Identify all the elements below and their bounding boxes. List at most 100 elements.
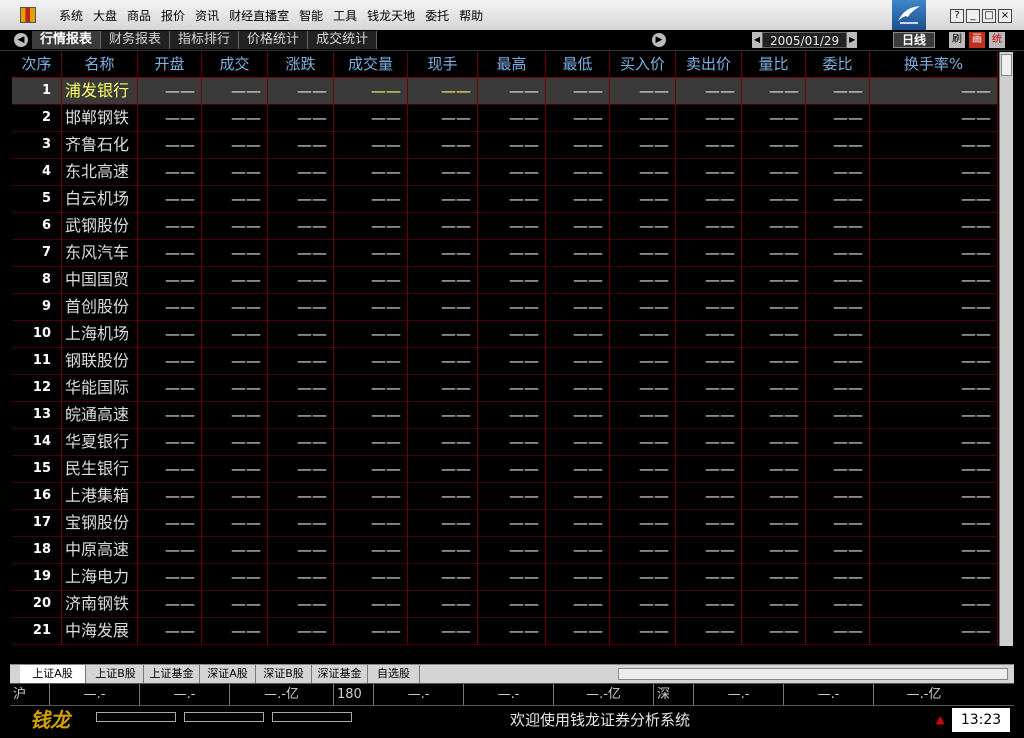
refresh-icon[interactable]: 刷 bbox=[949, 32, 965, 48]
table-row[interactable]: 3 齐鲁石化 —— —— —— —— —— —— —— —— —— —— —— —— bbox=[12, 132, 998, 159]
table-row[interactable]: 2 邯郸钢铁 —— —— —— —— —— —— —— —— —— —— —— —— bbox=[12, 105, 998, 132]
menu-item[interactable]: 商品 bbox=[122, 7, 156, 24]
tab-4[interactable]: 成交统计 bbox=[308, 31, 378, 49]
column-header[interactable]: 现手 bbox=[408, 52, 478, 77]
column-header[interactable]: 涨跌 bbox=[268, 52, 334, 77]
menu-item[interactable]: 智能 bbox=[294, 7, 328, 24]
menu-item[interactable]: 报价 bbox=[156, 7, 190, 24]
column-header[interactable]: 成交量 bbox=[334, 52, 408, 77]
menu-item[interactable]: 工具 bbox=[328, 7, 362, 24]
cell-value: —— bbox=[610, 591, 676, 617]
sheet-tab[interactable]: 深证A股 bbox=[200, 665, 256, 683]
column-header[interactable]: 开盘 bbox=[138, 52, 202, 77]
cell-value: —— bbox=[676, 348, 742, 374]
menu-item[interactable]: 委托 bbox=[420, 7, 454, 24]
table-row[interactable]: 5 白云机场 —— —— —— —— —— —— —— —— —— —— —— —— bbox=[12, 186, 998, 213]
cell-value: —— bbox=[806, 213, 870, 239]
tab-2[interactable]: 指标排行 bbox=[170, 31, 240, 49]
column-header[interactable]: 最高 bbox=[478, 52, 546, 77]
table-row[interactable]: 10 上海机场 —— —— —— —— —— —— —— —— —— —— —— —— bbox=[12, 321, 998, 348]
cell-value: —— bbox=[676, 537, 742, 563]
row-index: 13 bbox=[12, 402, 62, 428]
menu-item[interactable]: 帮助 bbox=[454, 7, 488, 24]
help-window-icon[interactable]: ? bbox=[950, 9, 964, 23]
cell-value: —— bbox=[138, 537, 202, 563]
cell-value: —— bbox=[806, 375, 870, 401]
table-row[interactable]: 8 中国国贸 —— —— —— —— —— —— —— —— —— —— —— —— bbox=[12, 267, 998, 294]
stats-icon[interactable]: 统 bbox=[989, 32, 1005, 48]
table-row[interactable]: 17 宝钢股份 —— —— —— —— —— —— —— —— —— —— —— —— bbox=[12, 510, 998, 537]
stock-name: 济南钢铁 bbox=[62, 591, 138, 617]
table-row[interactable]: 9 首创股份 —— —— —— —— —— —— —— —— —— —— —— —— bbox=[12, 294, 998, 321]
column-header[interactable]: 换手率% bbox=[870, 52, 998, 77]
cell-value: —— bbox=[138, 591, 202, 617]
date-value[interactable]: 2005/01/29 bbox=[762, 32, 848, 48]
row-index: 7 bbox=[12, 240, 62, 266]
tab-3[interactable]: 价格统计 bbox=[239, 31, 309, 49]
tabs-next-arrow-icon[interactable]: ▶ bbox=[652, 33, 666, 47]
table-row[interactable]: 21 中海发展 —— —— —— —— —— —— —— —— —— —— —— —— bbox=[12, 618, 998, 645]
cell-value: —— bbox=[806, 402, 870, 428]
cell-value: —— bbox=[742, 510, 806, 536]
menu-item[interactable]: 系统 bbox=[54, 7, 88, 24]
row-index: 1 bbox=[12, 78, 62, 104]
vertical-scrollbar[interactable] bbox=[999, 52, 1013, 646]
cell-value: —— bbox=[806, 240, 870, 266]
sheet-tab[interactable]: 自选股 bbox=[368, 665, 420, 683]
column-header[interactable]: 委比 bbox=[806, 52, 870, 77]
column-header[interactable]: 名称 bbox=[62, 52, 138, 77]
table-row[interactable]: 16 上港集箱 —— —— —— —— —— —— —— —— —— —— —— —— bbox=[12, 483, 998, 510]
period-button[interactable]: 日线 bbox=[893, 32, 935, 48]
cell-value: —— bbox=[138, 348, 202, 374]
restore-window-icon[interactable]: □ bbox=[982, 9, 996, 23]
table-row[interactable]: 7 东风汽车 —— —— —— —— —— —— —— —— —— —— —— —— bbox=[12, 240, 998, 267]
close-window-icon[interactable]: × bbox=[998, 9, 1012, 23]
horizontal-scrollbar[interactable] bbox=[618, 668, 1008, 680]
stock-name: 齐鲁石化 bbox=[62, 132, 138, 158]
column-header[interactable]: 卖出价 bbox=[676, 52, 742, 77]
table-row[interactable]: 18 中原高速 —— —— —— —— —— —— —— —— —— —— —— —— bbox=[12, 537, 998, 564]
menu-item[interactable]: 大盘 bbox=[88, 7, 122, 24]
menu-item[interactable]: 资讯 bbox=[190, 7, 224, 24]
table-row[interactable]: 6 武钢股份 —— —— —— —— —— —— —— —— —— —— —— —— bbox=[12, 213, 998, 240]
menu-item[interactable]: 钱龙天地 bbox=[362, 7, 420, 24]
cell-value: —— bbox=[202, 186, 268, 212]
tab-1[interactable]: 财务报表 bbox=[101, 31, 171, 49]
tab-0[interactable]: 行情报表 bbox=[32, 31, 102, 49]
column-header[interactable]: 最低 bbox=[546, 52, 610, 77]
minimize-window-icon[interactable]: _ bbox=[966, 9, 980, 23]
sheet-tab[interactable]: 上证B股 bbox=[88, 665, 144, 683]
column-header[interactable]: 成交 bbox=[202, 52, 268, 77]
cell-value: —— bbox=[478, 78, 546, 104]
date-prev-icon[interactable]: ◀ bbox=[752, 32, 762, 48]
table-row[interactable]: 14 华夏银行 —— —— —— —— —— —— —— —— —— —— —— —— bbox=[12, 429, 998, 456]
table-row[interactable]: 13 皖通高速 —— —— —— —— —— —— —— —— —— —— —— —— bbox=[12, 402, 998, 429]
menu-item[interactable]: 财经直播室 bbox=[224, 7, 294, 24]
table-row[interactable]: 20 济南钢铁 —— —— —— —— —— —— —— —— —— —— —— —— bbox=[12, 591, 998, 618]
scrollbar-thumb[interactable] bbox=[1001, 54, 1012, 76]
sheet-tab[interactable]: 上证A股 bbox=[20, 665, 86, 683]
cell-value: —— bbox=[806, 564, 870, 590]
table-row[interactable]: 4 东北高速 —— —— —— —— —— —— —— —— —— —— —— —— bbox=[12, 159, 998, 186]
cell-value: —— bbox=[742, 294, 806, 320]
app-icon[interactable] bbox=[20, 7, 36, 23]
table-row[interactable]: 11 钢联股份 —— —— —— —— —— —— —— —— —— —— —— —— bbox=[12, 348, 998, 375]
cell-value: —— bbox=[742, 240, 806, 266]
date-next-icon[interactable]: ▶ bbox=[847, 32, 858, 48]
table-row[interactable]: 12 华能国际 —— —— —— —— —— —— —— —— —— —— —— —— bbox=[12, 375, 998, 402]
table-row[interactable]: 1 浦发银行 —— —— —— —— —— —— —— —— —— —— —— —— bbox=[12, 78, 998, 105]
table-row[interactable]: 15 民生银行 —— —— —— —— —— —— —— —— —— —— —— —— bbox=[12, 456, 998, 483]
sheet-tab[interactable]: 上证基金 bbox=[144, 665, 200, 683]
column-header[interactable]: 买入价 bbox=[610, 52, 676, 77]
alert-icon[interactable]: ▲ bbox=[936, 714, 948, 726]
table-row[interactable]: 19 上海电力 —— —— —— —— —— —— —— —— —— —— —— —— bbox=[12, 564, 998, 591]
draw-icon[interactable]: 画 bbox=[969, 32, 985, 48]
cell-value: —— bbox=[202, 159, 268, 185]
column-header[interactable]: 量比 bbox=[742, 52, 806, 77]
sheet-tab[interactable]: 深证B股 bbox=[256, 665, 312, 683]
cell-value: —— bbox=[268, 294, 334, 320]
sheet-tab[interactable]: 深证基金 bbox=[312, 665, 368, 683]
column-header[interactable]: 次序 bbox=[12, 52, 62, 77]
cell-value: —— bbox=[268, 186, 334, 212]
tabs-prev-arrow-icon[interactable]: ◀ bbox=[14, 33, 28, 47]
